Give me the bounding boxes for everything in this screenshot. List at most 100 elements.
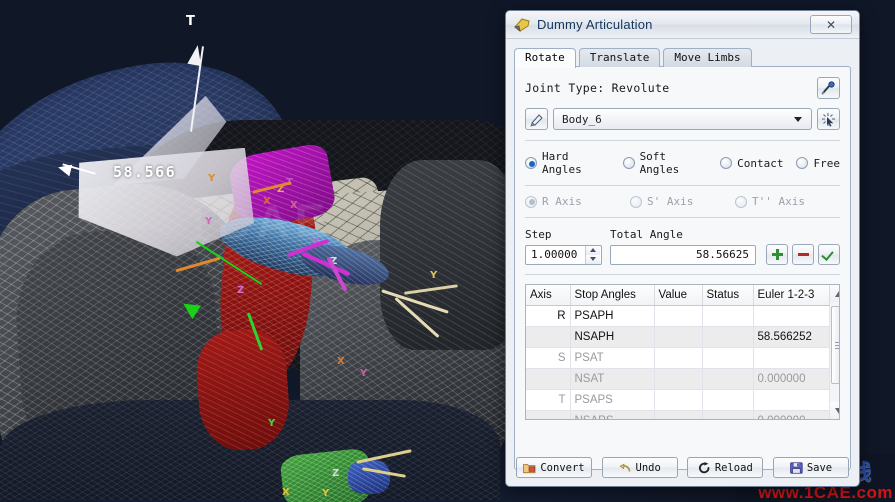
minus-icon[interactable] (792, 244, 814, 265)
cell-euler: 58.566252 (753, 326, 830, 348)
convert-button[interactable]: Convert (516, 457, 592, 478)
radio-hard-angles[interactable]: Hard Angles (525, 150, 610, 176)
column-header-euler[interactable]: Euler 1-2-3 (753, 285, 830, 306)
axis-radio-group[interactable]: R Axis S' Axis T'' Axis (525, 195, 840, 208)
radio-soft-angles[interactable]: Soft Angles (622, 150, 708, 176)
radio-label-hard-angles: Hard Angles (542, 150, 582, 176)
table-row[interactable]: R PSAPH (526, 305, 830, 327)
radio-r-axis[interactable]: R Axis (525, 195, 630, 208)
table-row[interactable]: S PSAT (526, 347, 830, 369)
reload-circular-arrow-icon (698, 461, 711, 474)
tab-bar[interactable]: Rotate Translate Move Limbs (514, 46, 851, 68)
cell-value (654, 326, 703, 348)
right-trim-mesh (380, 160, 520, 350)
dialog-button-bar: Convert Undo Reload Save (516, 457, 849, 478)
dialog-titlebar[interactable]: Dummy Articulation ✕ (506, 11, 859, 39)
select-entity-icon[interactable] (817, 108, 840, 130)
dialog-body: Rotate Translate Move Limbs Joint Type: … (506, 39, 859, 486)
check-icon[interactable] (818, 244, 840, 265)
scrollbar-track[interactable] (830, 302, 839, 402)
divider-3 (525, 217, 840, 218)
pick-joint-icon[interactable] (817, 77, 840, 99)
cell-euler (753, 305, 830, 327)
scroll-down-arrow-icon[interactable] (830, 402, 839, 419)
radio-indicator-soft-angles (622, 157, 635, 169)
tab-rotate[interactable]: Rotate (514, 48, 576, 68)
body-dropdown[interactable]: Body_6 (553, 108, 812, 130)
column-header-status[interactable]: Status (702, 285, 754, 306)
undo-button[interactable]: Undo (601, 457, 678, 478)
spinner-down-icon[interactable] (586, 254, 600, 264)
table-row[interactable]: NSAPH 58.566252 (526, 326, 830, 348)
cell-axis (526, 410, 571, 419)
cell-status (702, 305, 754, 327)
cell-stop-angle: NSAPH (570, 326, 655, 348)
tab-translate[interactable]: Translate (578, 48, 661, 67)
table-vertical-scrollbar[interactable] (829, 285, 839, 419)
radio-free[interactable]: Free (796, 157, 840, 170)
cell-stop-angle: NSAT (570, 368, 655, 390)
plus-icon[interactable] (766, 244, 788, 265)
tab-move-limbs[interactable]: Move Limbs (663, 48, 752, 67)
radio-indicator-t-axis (735, 195, 747, 208)
table-row[interactable]: NSAT 0.000000 (526, 368, 830, 390)
step-input-value[interactable]: 1.00000 (526, 248, 585, 261)
t-axis-label: T (186, 14, 195, 29)
total-angle-label: Total Angle (610, 228, 683, 241)
cell-value (654, 410, 703, 419)
body-dropdown-value: Body_6 (562, 112, 602, 126)
save-button-label: Save (806, 461, 833, 474)
reload-button[interactable]: Reload (687, 457, 764, 478)
floppy-disk-icon (790, 461, 803, 474)
radio-indicator-r-axis (525, 195, 537, 208)
cell-axis (526, 368, 571, 390)
angle-value-annotation: 58.566 (113, 163, 177, 181)
diamond-tag-icon (513, 17, 531, 33)
scroll-up-arrow-icon[interactable] (830, 285, 839, 302)
radio-contact[interactable]: Contact (720, 157, 783, 170)
radio-indicator-hard-angles (525, 157, 537, 169)
close-icon[interactable]: ✕ (810, 15, 852, 34)
body-selection-row: Body_6 (525, 108, 840, 130)
save-button[interactable]: Save (772, 457, 849, 478)
column-header-value[interactable]: Value (654, 285, 703, 306)
chevron-down-icon (794, 116, 802, 122)
step-spinner-buttons[interactable] (585, 245, 600, 264)
undo-arrow-icon (619, 462, 632, 474)
dummy-pelvis-mesh (193, 327, 293, 453)
column-header-axis[interactable]: Axis (526, 285, 571, 306)
radio-t-axis[interactable]: T'' Axis (735, 195, 840, 208)
table-row[interactable]: T PSAPS (526, 389, 830, 411)
cell-euler (753, 347, 830, 369)
radio-label-soft-angles: Soft Angles (639, 150, 680, 176)
divider-4 (525, 274, 840, 275)
radio-s-axis[interactable]: S' Axis (630, 195, 735, 208)
radio-indicator-free (796, 157, 809, 169)
step-label: Step (525, 228, 552, 241)
cell-axis: T (526, 389, 571, 411)
dummy-foot-secondary-mesh (348, 460, 390, 494)
cell-value (654, 389, 703, 411)
table-row[interactable]: NSAPS 0.000000 (526, 410, 830, 419)
radio-label-contact: Contact (737, 156, 784, 170)
column-header-stop-angles[interactable]: Stop Angles (570, 285, 655, 306)
step-stepper[interactable]: 1.00000 (525, 244, 602, 265)
radio-indicator-contact (720, 157, 733, 169)
divider-2 (525, 185, 840, 186)
cell-status (702, 389, 754, 411)
cell-euler: 0.000000 (753, 410, 830, 419)
spinner-up-icon[interactable] (586, 245, 600, 255)
radio-indicator-s-axis (630, 195, 642, 208)
radio-label-t-axis: T'' Axis (752, 195, 805, 208)
scrollbar-thumb[interactable] (831, 306, 839, 384)
field-inputs-row: 1.00000 58.56625 (525, 244, 840, 265)
cell-euler: 0.000000 (753, 368, 830, 390)
cell-axis (526, 326, 571, 348)
reload-button-label: Reload (714, 461, 753, 474)
total-angle-input[interactable]: 58.56625 (610, 244, 756, 265)
paint-icon[interactable] (525, 108, 548, 130)
stop-angles-table[interactable]: Axis Stop Angles Value Status Euler 1-2-… (525, 284, 840, 420)
dummy-articulation-dialog[interactable]: Dummy Articulation ✕ Rotate Translate Mo… (505, 10, 860, 487)
cell-axis: S (526, 347, 571, 369)
angle-mode-radio-group[interactable]: Hard Angles Soft Angles Contact Free (525, 150, 840, 176)
